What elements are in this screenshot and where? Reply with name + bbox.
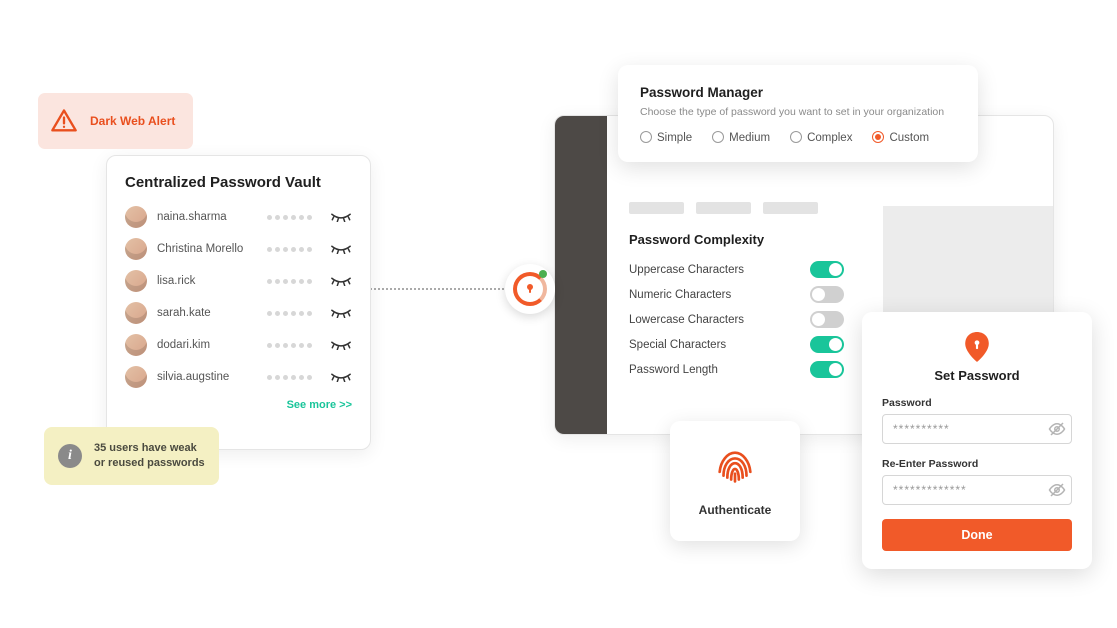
user-name: lisa.rick xyxy=(157,275,257,287)
authenticate-label: Authenticate xyxy=(699,503,772,517)
vault-title: Centralized Password Vault xyxy=(125,174,352,191)
authenticate-card[interactable]: Authenticate xyxy=(670,421,800,541)
pm-subtitle: Choose the type of password you want to … xyxy=(640,106,956,118)
user-name: naina.sharma xyxy=(157,211,257,223)
avatar xyxy=(125,206,147,228)
complexity-row: Numeric Characters xyxy=(629,286,844,303)
fingerprint-icon xyxy=(712,445,758,491)
avatar xyxy=(125,366,147,388)
user-name: dodari.kim xyxy=(157,339,257,351)
weak-password-note: i 35 users have weak or reused passwords xyxy=(44,427,219,485)
toggle-uppercase-characters[interactable] xyxy=(810,261,844,278)
complexity-title: Password Complexity xyxy=(629,232,1031,247)
pm-option-simple[interactable]: Simple xyxy=(640,132,692,144)
avatar xyxy=(125,270,147,292)
pm-title: Password Manager xyxy=(640,85,956,100)
vault-row[interactable]: dodari.kim xyxy=(107,329,370,361)
alert-title: Dark Web Alert xyxy=(90,114,175,129)
complexity-row: Special Characters xyxy=(629,336,844,353)
toggle-password-length[interactable] xyxy=(810,361,844,378)
closed-eye-icon[interactable] xyxy=(330,340,352,350)
toggle-special-characters[interactable] xyxy=(810,336,844,353)
vault-row[interactable]: lisa.rick xyxy=(107,265,370,297)
app-sidebar xyxy=(555,116,607,434)
avatar xyxy=(125,302,147,324)
radio-icon xyxy=(790,131,802,143)
set-password-title: Set Password xyxy=(882,368,1072,383)
toggle-lowercase-characters[interactable] xyxy=(810,311,844,328)
radio-icon xyxy=(712,131,724,143)
closed-eye-icon[interactable] xyxy=(330,372,352,382)
set-password-card: Set Password Password Re-Enter Password … xyxy=(862,312,1092,569)
password-label: Password xyxy=(882,397,1072,409)
complexity-label: Numeric Characters xyxy=(629,289,731,301)
vault-row[interactable]: naina.sharma xyxy=(107,201,370,233)
done-button[interactable]: Done xyxy=(882,519,1072,551)
complexity-label: Lowercase Characters xyxy=(629,314,744,326)
complexity-label: Uppercase Characters xyxy=(629,264,744,276)
user-name: sarah.kate xyxy=(157,307,257,319)
weak-note-text: 35 users have weak or reused passwords xyxy=(94,441,205,471)
connector-line xyxy=(358,288,508,290)
complexity-row: Password Length xyxy=(629,361,844,378)
radio-icon xyxy=(872,131,884,143)
closed-eye-icon[interactable] xyxy=(330,308,352,318)
pm-option-complex[interactable]: Complex xyxy=(790,132,852,144)
masked-password xyxy=(267,215,320,220)
vault-row[interactable]: sarah.kate xyxy=(107,297,370,329)
pm-option-custom[interactable]: Custom xyxy=(872,132,929,144)
ghost-tabs xyxy=(629,202,1031,214)
closed-eye-icon[interactable] xyxy=(330,244,352,254)
password-input[interactable] xyxy=(882,414,1072,444)
masked-password xyxy=(267,375,320,380)
vault-row[interactable]: Christina Morello xyxy=(107,233,370,265)
eye-off-icon[interactable] xyxy=(1048,420,1066,438)
password-manager-card: Password Manager Choose the type of pass… xyxy=(618,65,978,162)
avatar xyxy=(125,334,147,356)
vault-row[interactable]: silvia.augstine xyxy=(107,361,370,393)
masked-password xyxy=(267,279,320,284)
masked-password xyxy=(267,247,320,252)
info-icon: i xyxy=(58,444,82,468)
closed-eye-icon[interactable] xyxy=(330,212,352,222)
avatar xyxy=(125,238,147,260)
complexity-label: Password Length xyxy=(629,364,718,376)
reenter-password-input[interactable] xyxy=(882,475,1072,505)
eye-off-icon[interactable] xyxy=(1048,481,1066,499)
dark-web-alert-badge: Dark Web Alert xyxy=(38,93,193,149)
complexity-row: Uppercase Characters xyxy=(629,261,844,278)
user-name: Christina Morello xyxy=(157,243,257,255)
complexity-row: Lowercase Characters xyxy=(629,311,844,328)
keyhole-icon xyxy=(524,282,536,296)
masked-password xyxy=(267,311,320,316)
complexity-label: Special Characters xyxy=(629,339,726,351)
toggle-numeric-characters[interactable] xyxy=(810,286,844,303)
masked-password xyxy=(267,343,320,348)
shield-pin-icon xyxy=(882,332,1072,362)
password-vault-card: Centralized Password Vault naina.sharma C… xyxy=(106,155,371,450)
reenter-password-label: Re-Enter Password xyxy=(882,458,1072,470)
radio-icon xyxy=(640,131,652,143)
lock-badge xyxy=(505,264,555,314)
user-name: silvia.augstine xyxy=(157,371,257,383)
see-more-link[interactable]: See more >> xyxy=(107,399,352,411)
alert-triangle-icon xyxy=(50,107,78,135)
closed-eye-icon[interactable] xyxy=(330,276,352,286)
pm-option-medium[interactable]: Medium xyxy=(712,132,770,144)
